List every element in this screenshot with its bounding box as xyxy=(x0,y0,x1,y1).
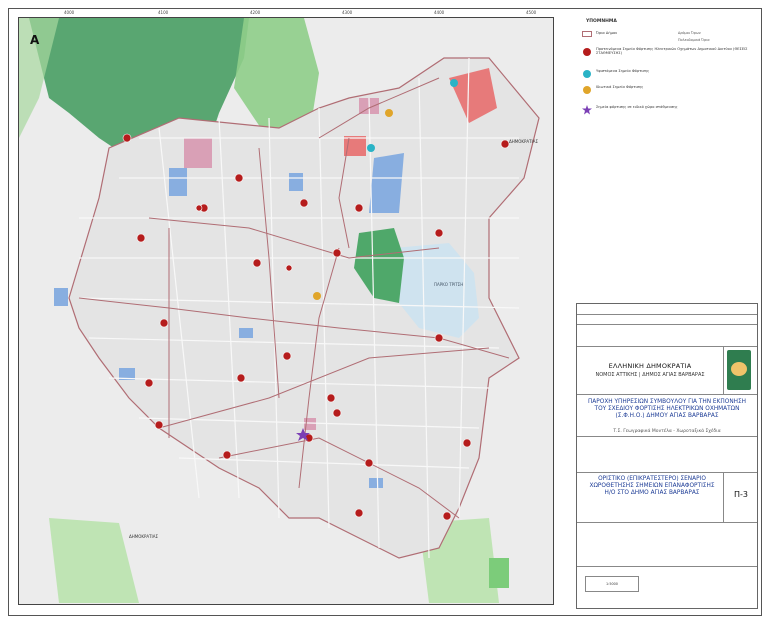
title-block: ΕΛΛΗΝΙΚΗ ΔΗΜΟΚΡΑΤΙΑ ΝΟΜΟΣ ΑΤΤΙΚΗΣ | ΔΗΜΟ… xyxy=(576,303,758,609)
legend-item-label: Προτεινόμενα Σημεία Φόρτισης Ηλεκτρικών … xyxy=(596,47,748,55)
org-country: ΕΛΛΗΝΙΚΗ ΔΗΜΟΚΡΑΤΙΑ xyxy=(608,362,692,370)
legend-item-label: Ιδιωτικά Σημεία Φόρτισης xyxy=(596,85,644,89)
private-charger xyxy=(385,109,393,117)
tick-label: 4100 xyxy=(158,10,169,15)
legend-panel: ΥΠΟΜΝΗΜΑ Όρια Δήμου Προτεινόμενα Σημεία … xyxy=(578,17,754,303)
map-canvas[interactable]: ΠΑΡΚΟ ΤΡΙΤΣΗ ΔΗΜΟΚΡΑΤΙΑΣ ΔΗΜΟΚΡΑΤΙΑΣ xyxy=(19,18,553,604)
scale-box: 1:5000 xyxy=(585,576,639,592)
blue-block-7 xyxy=(369,478,383,488)
existing-charger xyxy=(450,79,458,87)
lake-label: ΠΑΡΚΟ ΤΡΙΤΣΗ xyxy=(434,282,463,287)
org-region: ΝΟΜΟΣ ΑΤΤΙΚΗΣ | ΔΗΜΟΣ ΑΓΙΑΣ ΒΑΡΒΑΡΑΣ xyxy=(595,372,705,378)
legend-item-label: Όρια Δήμου xyxy=(596,31,618,35)
blue-block-2 xyxy=(169,168,187,196)
legend-item-label: Σημεία φόρτισης σε ειδικό χώρο στάθμευση… xyxy=(596,105,678,109)
tick-label: 4400 xyxy=(434,10,445,15)
blue-block-6 xyxy=(239,328,253,338)
blue-block-3 xyxy=(54,288,68,306)
project-title: ΠΑΡΟΧΗ ΥΠΗΡΕΣΙΩΝ ΣΥΜΒΟΥΛΟΥ ΓΙΑ ΤΗΝ ΕΚΠΟΝ… xyxy=(587,399,747,419)
tick-label: 4500 xyxy=(526,10,537,15)
existing-charger-2 xyxy=(367,144,375,152)
private-charger-2 xyxy=(313,292,321,300)
blue-block-1 xyxy=(369,153,404,213)
north-arrow: A xyxy=(30,33,40,47)
legend-item-existing: Υφιστάμενα Σημεία Φόρτισης xyxy=(582,69,752,79)
street-label-left: ΔΗΜΟΚΡΑΤΙΑΣ xyxy=(129,534,158,539)
pink-block-1 xyxy=(184,138,212,168)
tick-label: 4200 xyxy=(250,10,261,15)
drawing-number: Π-3 xyxy=(734,490,748,499)
drawing-title: ΟΡΙΣΤΙΚΟ (ΕΠΙΚΡΑΤΕΣΤΕΡΟ) ΣΕΝΑΡΙΟ ΧΩΡΟΘΕΤ… xyxy=(589,476,715,496)
tick-label: 4300 xyxy=(342,10,353,15)
legend-item-label: Υφιστάμενα Σημεία Φόρτισης xyxy=(596,69,650,73)
legend-item-charger: Προτεινόμενα Σημεία Φόρτισης Ηλεκτρικών … xyxy=(582,47,752,57)
legend-title: ΥΠΟΜΝΗΜΑ xyxy=(586,19,617,24)
tick-label: 4000 xyxy=(64,10,75,15)
legend-aux: Πολεοδομικά Όρια xyxy=(678,38,710,42)
project-subtitle: Τ.Σ. Γεωγραφικά Μοντέλα - Χωροταξικά Σχέ… xyxy=(613,429,721,434)
green-field-right xyxy=(489,558,509,588)
municipality-logo xyxy=(727,350,751,390)
blue-block-4 xyxy=(289,173,303,191)
legend-item-star: Σημεία φόρτισης σε ειδικό χώρο στάθμευση… xyxy=(582,105,752,115)
street-label-right: ΔΗΜΟΚΡΑΤΙΑΣ xyxy=(509,139,538,144)
legend-item-boundary: Όρια Δήμου xyxy=(582,31,752,37)
legend-item-private: Ιδιωτικά Σημεία Φόρτισης xyxy=(582,85,752,95)
map-frame[interactable]: ΠΑΡΚΟ ΤΡΙΤΣΗ ΔΗΜΟΚΡΑΤΙΑΣ ΔΗΜΟΚΡΑΤΙΑΣ xyxy=(18,17,554,605)
legend-aux: Δρόμοι Όρων xyxy=(678,31,701,35)
